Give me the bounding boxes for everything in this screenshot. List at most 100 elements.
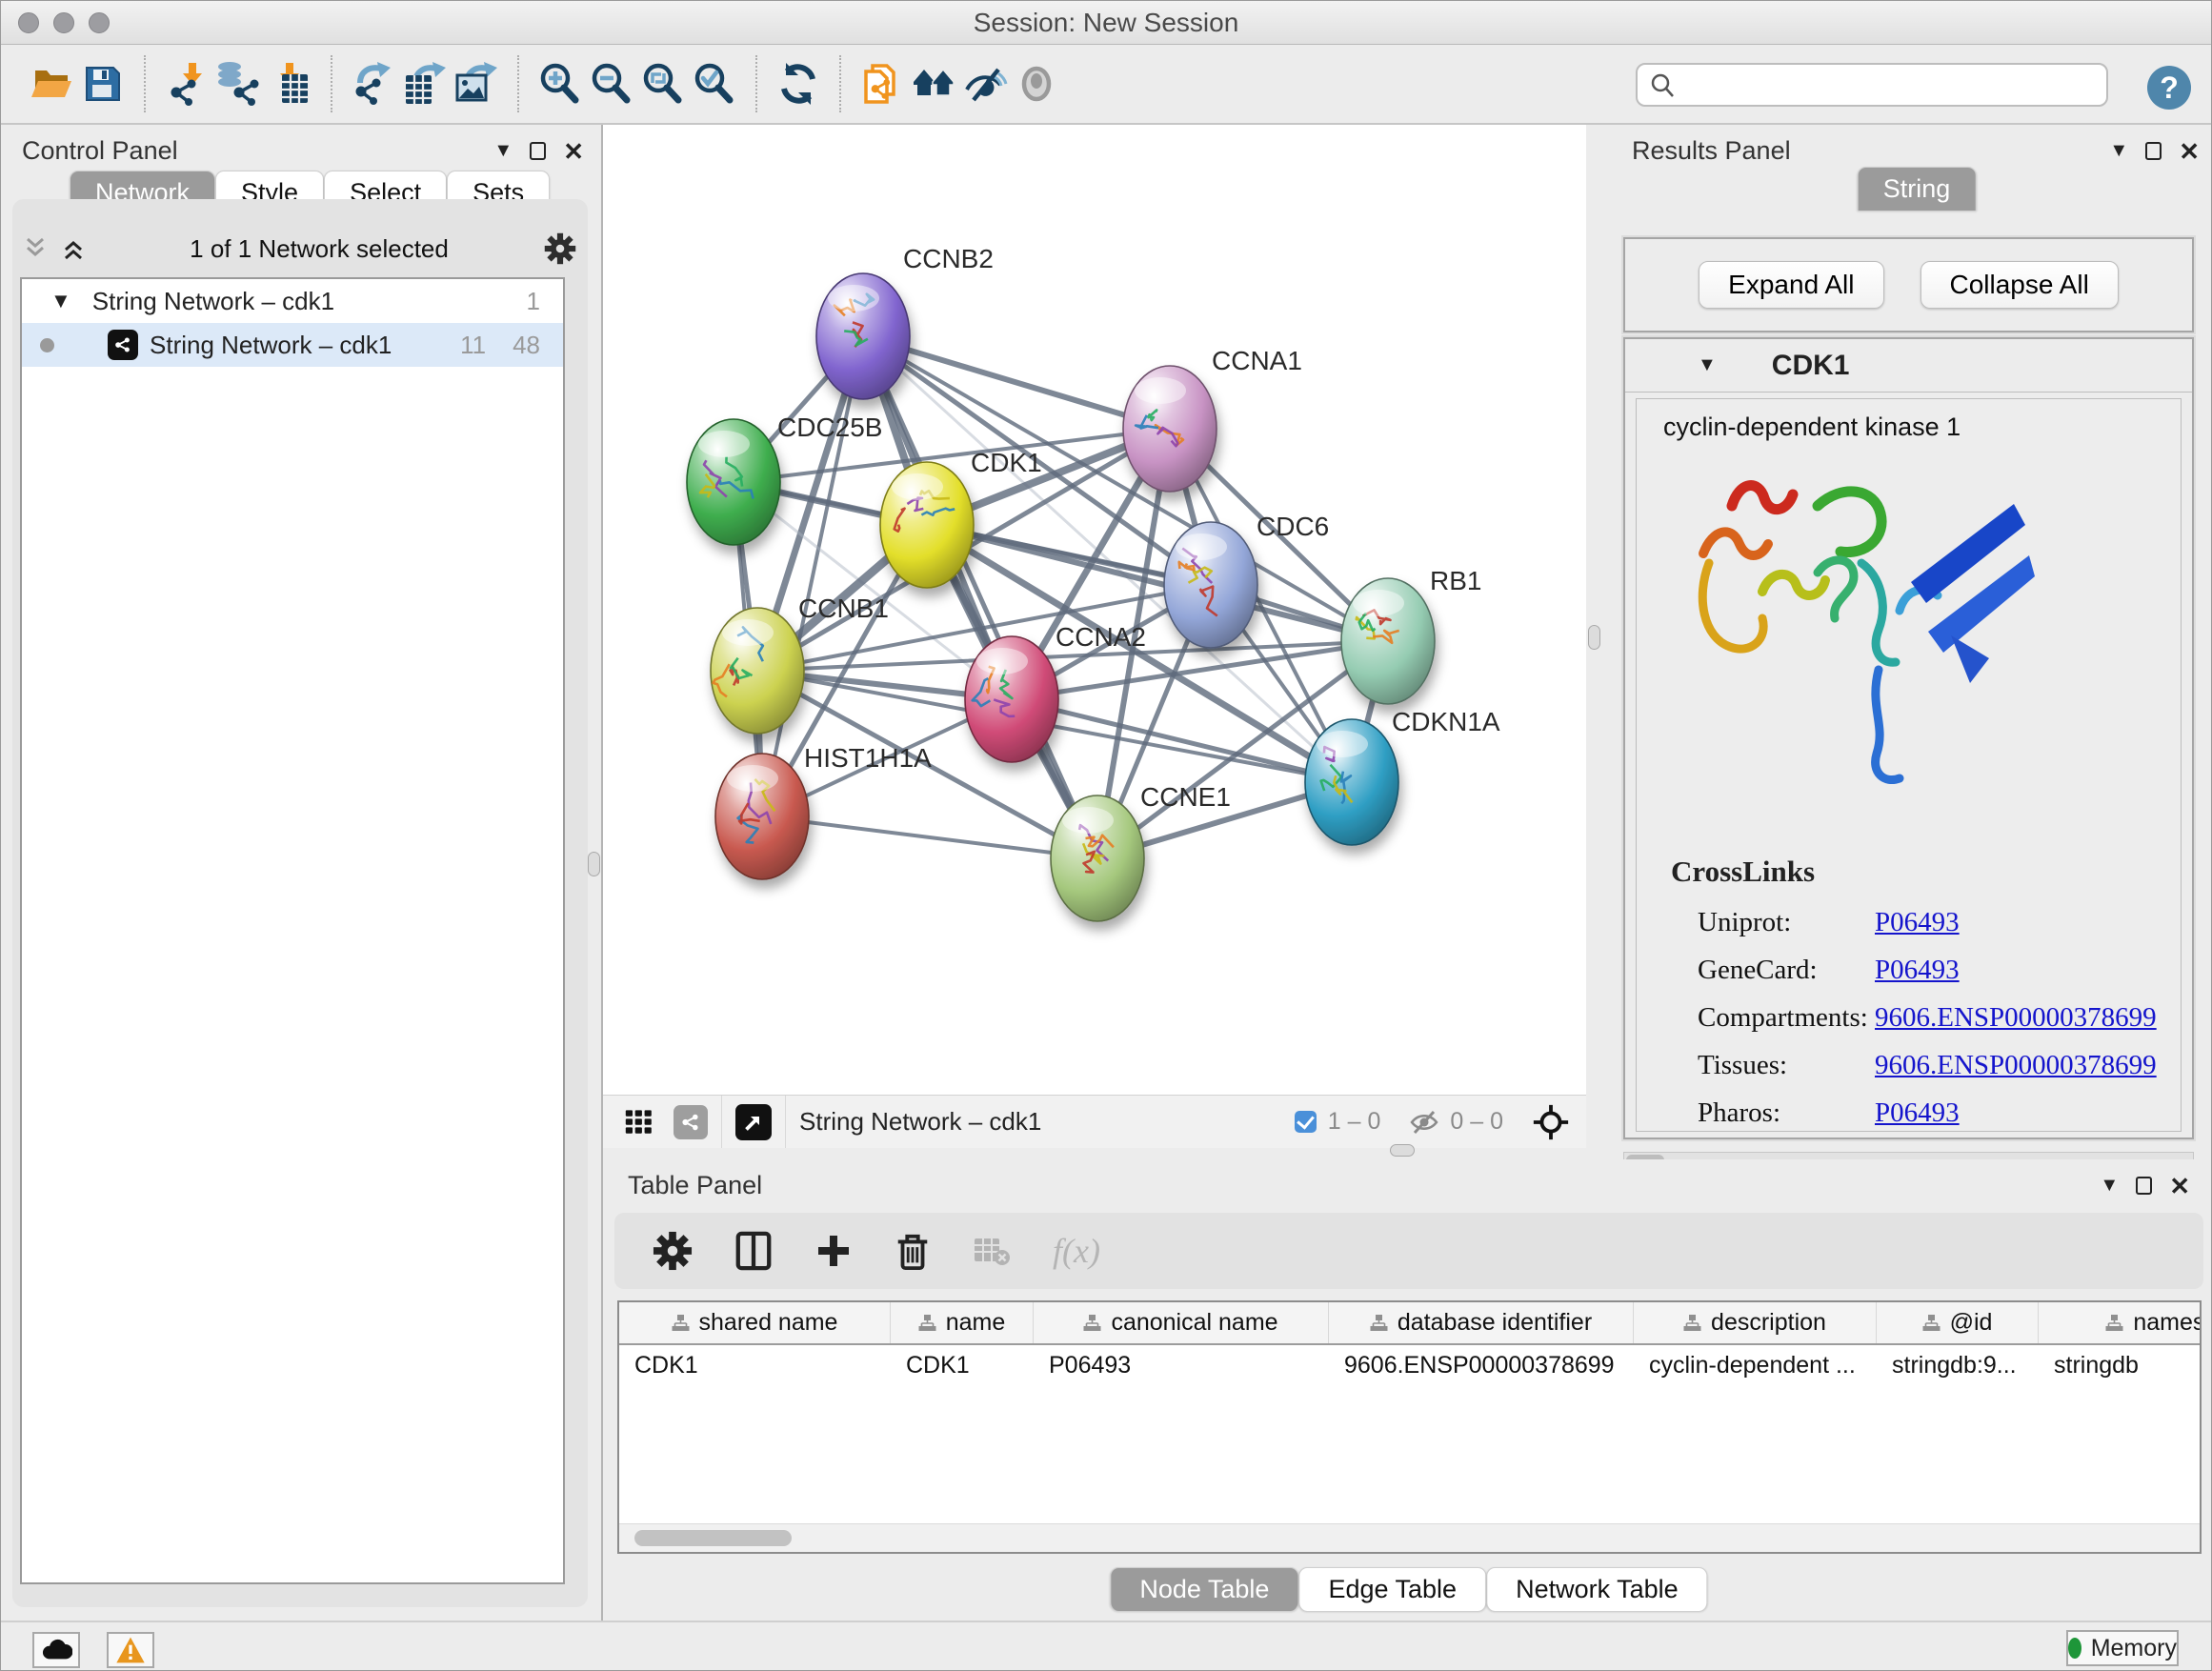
control-panel: Control Panel ▼ ✕ NetworkStyleSelectSets…	[1, 125, 603, 1621]
crosslink-link[interactable]: P06493	[1875, 955, 1960, 986]
panel-menu-icon[interactable]: ▼	[493, 140, 513, 162]
network-overview-icon	[911, 61, 956, 107]
import-database-button[interactable]	[212, 57, 264, 111]
crosslink-link[interactable]: 9606.ENSP00000378699	[1875, 1050, 2157, 1081]
export-image-button[interactable]	[451, 57, 502, 111]
network-view-title: String Network – cdk1	[799, 1107, 1041, 1137]
graph-node-CDK1[interactable]	[880, 462, 974, 588]
graph-node-CCNE1[interactable]	[1051, 795, 1144, 921]
search-input[interactable]	[1636, 63, 2108, 107]
crosslink-link[interactable]: 9606.ENSP00000378699	[1875, 1002, 2157, 1034]
tab-node-table[interactable]: Node Table	[1110, 1567, 1298, 1611]
crosslink-row: Compartments:9606.ENSP00000378699	[1698, 994, 2171, 1041]
table-horizontal-scrollbar[interactable]	[619, 1523, 2200, 1552]
panel-float-icon[interactable]	[2136, 1177, 2152, 1195]
panel-close-icon[interactable]: ✕	[2169, 1174, 2190, 1198]
toolbar-separator	[331, 55, 332, 112]
birds-eye-grid-icon[interactable]	[624, 1105, 658, 1139]
column-header-namespace[interactable]: namespace	[2039, 1302, 2202, 1343]
graph-node-HIST1H1A[interactable]	[715, 754, 809, 879]
column-header-canonical-name[interactable]: canonical name	[1034, 1302, 1329, 1343]
bottom-splitter-handle[interactable]	[1390, 1144, 1415, 1157]
graph-node-CDC25B[interactable]	[687, 419, 780, 545]
expand-all-icon[interactable]	[62, 235, 94, 262]
column-header-@id[interactable]: @id	[1877, 1302, 2039, 1343]
crosslink-link[interactable]: P06493	[1875, 907, 1960, 938]
delete-column-trash-icon[interactable]	[895, 1231, 931, 1271]
panel-menu-icon[interactable]: ▼	[2109, 140, 2128, 162]
export-table-button[interactable]	[399, 57, 451, 111]
collection-count: 1	[527, 287, 540, 316]
open-in-new-window-icon[interactable]	[735, 1104, 772, 1140]
panel-close-icon[interactable]: ✕	[2179, 139, 2200, 164]
column-header-database-identifier[interactable]: database identifier	[1329, 1302, 1634, 1343]
graph-node-CCNB1[interactable]	[711, 608, 804, 734]
collection-expander-icon[interactable]: ▼	[50, 289, 71, 313]
eye-button[interactable]	[1011, 57, 1062, 111]
column-header-shared-name[interactable]: shared name	[619, 1302, 891, 1343]
network-share-icon[interactable]	[674, 1105, 708, 1139]
zoom-selected-button[interactable]	[689, 57, 740, 111]
zoom-fit-icon	[640, 61, 686, 107]
fit-selected-crosshair-icon[interactable]	[1531, 1102, 1571, 1142]
export-network-button[interactable]	[348, 57, 399, 111]
refresh-button[interactable]	[773, 57, 824, 111]
help-button[interactable]: ?	[2147, 66, 2191, 110]
graph-node-CCNA2[interactable]	[965, 636, 1058, 762]
open-folder-button[interactable]	[26, 57, 77, 111]
memory-button[interactable]: Memory	[2066, 1630, 2179, 1666]
network-graph[interactable]: CCNB2CCNA1CDC25BCDK1CDC6RB1CCNB1CCNA2CDK…	[603, 125, 1586, 1095]
entry-expander-icon[interactable]: ▼	[1698, 354, 1717, 376]
graph-node-CCNB2[interactable]	[816, 273, 910, 399]
network-options-gear-icon[interactable]	[544, 232, 576, 265]
tab-network-table[interactable]: Network Table	[1486, 1567, 1708, 1611]
graph-node-CDKN1A[interactable]	[1305, 719, 1398, 845]
table-panel-title: Table Panel	[628, 1171, 762, 1200]
close-window-icon[interactable]	[18, 12, 39, 33]
window-controls[interactable]	[18, 12, 110, 33]
right-splitter-handle[interactable]	[1588, 625, 1600, 650]
zoom-fit-button[interactable]	[637, 57, 689, 111]
control-panel-title: Control Panel	[22, 136, 178, 166]
minimize-window-icon[interactable]	[53, 12, 74, 33]
network-row[interactable]: String Network – cdk1 11 48	[22, 323, 563, 367]
collapse-all-icon[interactable]	[24, 235, 56, 262]
tab-edge-table[interactable]: Edge Table	[1298, 1567, 1486, 1611]
cloud-status-button[interactable]	[32, 1632, 80, 1668]
table-options-gear-icon[interactable]	[653, 1231, 693, 1271]
panel-float-icon[interactable]	[530, 142, 546, 160]
column-header-description[interactable]: description	[1634, 1302, 1877, 1343]
graph-node-RB1[interactable]	[1341, 578, 1435, 704]
tab-string[interactable]: String	[1858, 167, 1977, 211]
expand-all-button[interactable]: Expand All	[1699, 261, 1883, 309]
maximize-window-icon[interactable]	[89, 12, 110, 33]
node-table[interactable]: shared namenamecanonical namedatabase id…	[617, 1300, 2202, 1554]
hidden-eye-icon	[1408, 1108, 1440, 1137]
import-table-button[interactable]	[264, 57, 315, 111]
zoom-in-button[interactable]	[534, 57, 586, 111]
network-view-canvas[interactable]: CCNB2CCNA1CDC25BCDK1CDC6RB1CCNB1CCNA2CDK…	[603, 125, 1586, 1148]
string-document-button[interactable]	[856, 57, 908, 111]
panel-close-icon[interactable]: ✕	[563, 139, 584, 164]
hide-eye-button[interactable]	[959, 57, 1011, 111]
network-collection-row[interactable]: ▼ String Network – cdk1 1	[22, 279, 563, 323]
panel-menu-icon[interactable]: ▼	[2100, 1175, 2119, 1197]
import-network-button[interactable]	[161, 57, 212, 111]
graph-node-CCNA1[interactable]	[1123, 366, 1217, 492]
selected-checkbox-icon[interactable]	[1295, 1111, 1317, 1133]
graph-node-CDC6[interactable]	[1164, 522, 1257, 648]
warning-status-button[interactable]	[107, 1632, 154, 1668]
create-column-plus-icon[interactable]	[814, 1232, 853, 1270]
result-entry-header[interactable]: ▼ CDK1	[1625, 339, 2192, 393]
left-splitter-handle[interactable]	[588, 852, 600, 876]
zoom-out-button[interactable]	[586, 57, 637, 111]
panel-float-icon[interactable]	[2145, 142, 2162, 160]
crosslink-label: Uniprot:	[1698, 907, 1875, 938]
crosslink-link[interactable]: P06493	[1875, 1097, 1960, 1129]
column-header-name[interactable]: name	[891, 1302, 1034, 1343]
network-overview-button[interactable]	[908, 57, 959, 111]
save-button[interactable]	[77, 57, 129, 111]
show-columns-icon[interactable]	[734, 1231, 773, 1271]
collapse-all-button[interactable]: Collapse All	[1920, 261, 2119, 309]
table-row[interactable]: CDK1CDK1P064939606.ENSP00000378699cyclin…	[619, 1345, 2200, 1385]
